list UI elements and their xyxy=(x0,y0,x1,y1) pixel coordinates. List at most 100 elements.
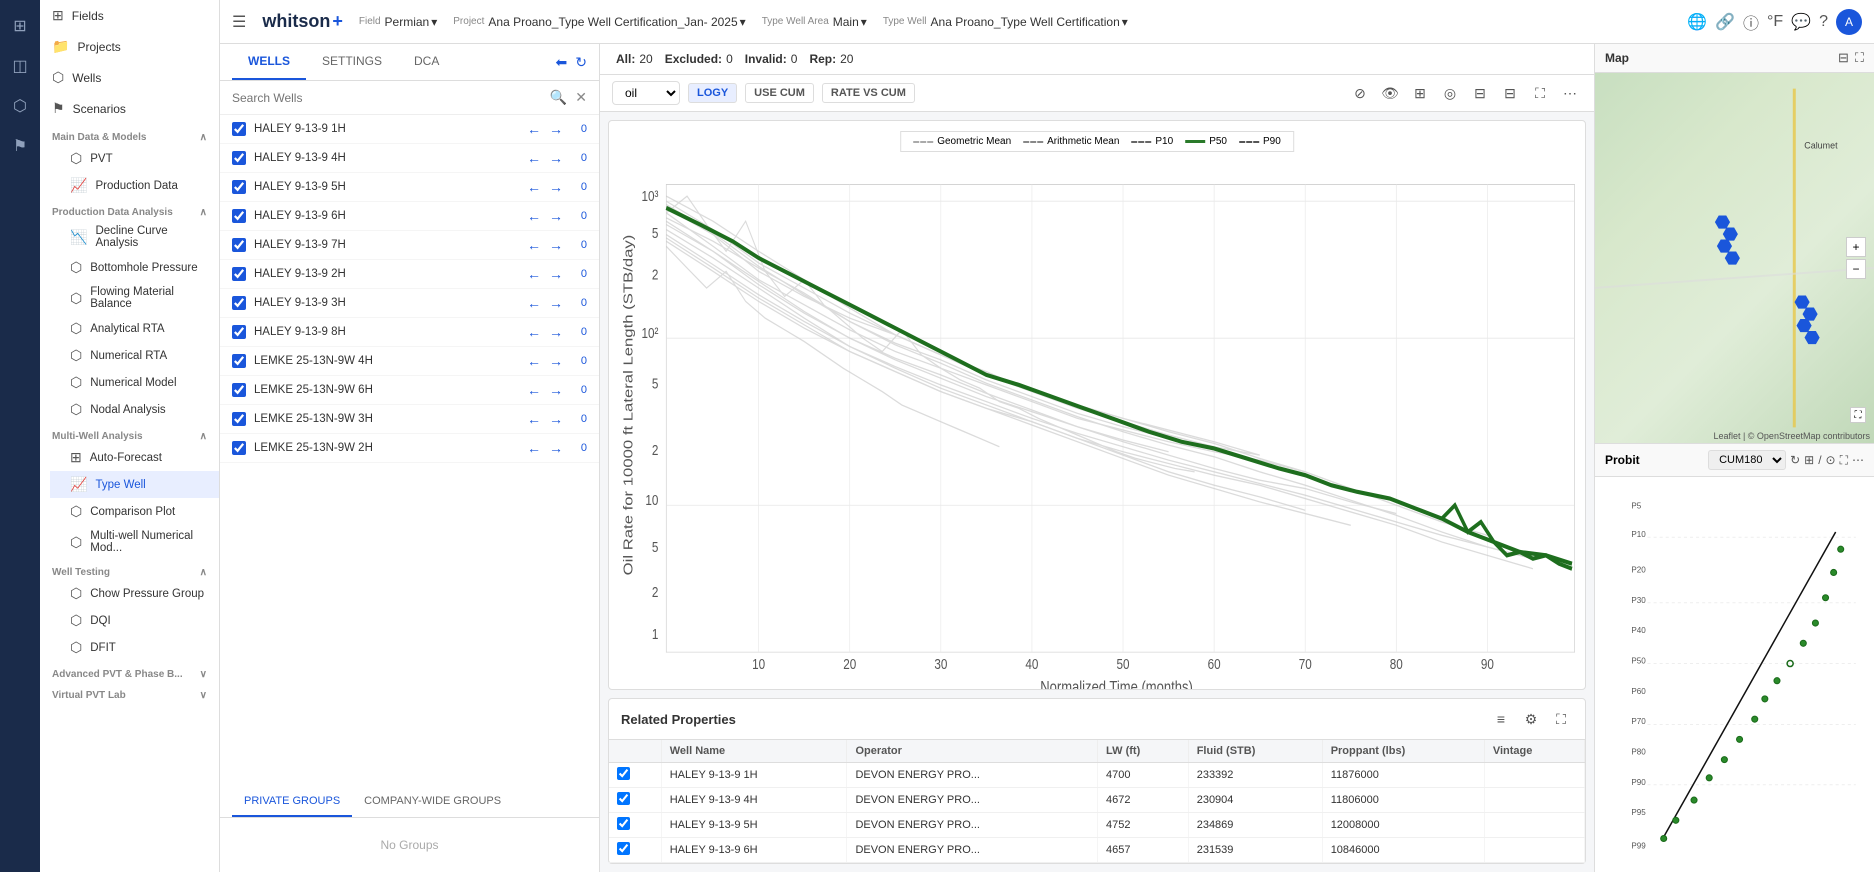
sidebar-item-nodal-analysis[interactable]: ⬡ Nodal Analysis xyxy=(50,396,219,423)
well-arrow-right[interactable]: → xyxy=(549,440,563,456)
sidebar-item-production-data[interactable]: 📈 Production Data xyxy=(50,172,219,199)
search-input[interactable] xyxy=(232,91,542,105)
probit-expand-icon[interactable]: ⛶ xyxy=(1840,453,1848,468)
sidebar-item-numerical-model[interactable]: ⬡ Numerical Model xyxy=(50,369,219,396)
well-row[interactable]: HALEY 9-13-9 2H ← → 0 xyxy=(220,260,599,289)
row-checkbox[interactable] xyxy=(617,842,630,855)
temperature-icon[interactable]: °F xyxy=(1767,13,1783,31)
collapse-multi-well[interactable]: ∧ xyxy=(200,431,207,442)
sidebar-item-scenarios[interactable]: ⚑ Scenarios xyxy=(40,93,219,124)
sidebar-item-projects[interactable]: 📁 Projects xyxy=(40,31,219,62)
chat-icon[interactable]: 💬 xyxy=(1791,12,1811,32)
well-arrow-left[interactable]: ← xyxy=(527,237,541,253)
sidebar-item-chow-pressure[interactable]: ⬡ Chow Pressure Group xyxy=(50,580,219,607)
sidebar-item-bottomhole[interactable]: ⬡ Bottomhole Pressure xyxy=(50,254,219,281)
user-avatar[interactable]: A xyxy=(1836,9,1862,35)
sidebar-item-type-well[interactable]: 📈 Type Well xyxy=(50,471,219,498)
well-arrow-right[interactable]: → xyxy=(549,295,563,311)
zoom-out-btn[interactable]: − xyxy=(1846,259,1866,279)
sidebar-icon-wells[interactable]: ⬡ xyxy=(2,88,38,124)
well-checkbox[interactable] xyxy=(232,209,246,223)
well-checkbox[interactable] xyxy=(232,296,246,310)
tab-settings[interactable]: SETTINGS xyxy=(306,44,398,80)
well-row[interactable]: LEMKE 25-13N-9W 4H ← → 0 xyxy=(220,347,599,376)
info-icon[interactable]: ⓘ xyxy=(1743,10,1759,34)
row-checkbox[interactable] xyxy=(617,817,630,830)
expand-props-icon[interactable]: ⛶ xyxy=(1549,707,1573,731)
well-row[interactable]: LEMKE 25-13N-9W 6H ← → 0 xyxy=(220,376,599,405)
sidebar-item-auto-forecast[interactable]: ⊞ Auto-Forecast xyxy=(50,444,219,471)
well-checkbox[interactable] xyxy=(232,151,246,165)
well-checkbox[interactable] xyxy=(232,441,246,455)
project-value[interactable]: Ana Proano_Type Well Certification_Jan- … xyxy=(488,15,745,29)
well-arrow-right[interactable]: → xyxy=(549,179,563,195)
well-checkbox[interactable] xyxy=(232,354,246,368)
well-row[interactable]: HALEY 9-13-9 7H ← → 0 xyxy=(220,231,599,260)
lasso-tool[interactable]: ⊘ xyxy=(1348,81,1372,105)
th-lw[interactable]: LW (ft) xyxy=(1098,740,1189,763)
well-arrow-right[interactable]: → xyxy=(549,121,563,137)
collapse-well-testing[interactable]: ∧ xyxy=(200,567,207,578)
table-row[interactable]: HALEY 9-13-9 1H DEVON ENERGY PRO... 4700… xyxy=(609,763,1585,788)
well-checkbox[interactable] xyxy=(232,412,246,426)
more-tool[interactable]: ⋯ xyxy=(1558,81,1582,105)
well-arrow-right[interactable]: → xyxy=(549,353,563,369)
tab-company-wide-groups[interactable]: COMPANY-WIDE GROUPS xyxy=(352,787,513,817)
sidebar-item-dqi[interactable]: ⬡ DQI xyxy=(50,607,219,634)
probit-more-icon[interactable]: ⋯ xyxy=(1852,453,1864,468)
well-checkbox[interactable] xyxy=(232,122,246,136)
eye-tool[interactable]: 👁 xyxy=(1378,81,1402,105)
grid-tool[interactable]: ⊟ xyxy=(1468,81,1492,105)
well-row[interactable]: HALEY 9-13-9 8H ← → 0 xyxy=(220,318,599,347)
sort-icon[interactable]: ≡ xyxy=(1489,707,1513,731)
map-fullscreen-btn[interactable]: ⛶ xyxy=(1850,407,1866,423)
th-well-name[interactable]: Well Name xyxy=(661,740,847,763)
sidebar-item-wells[interactable]: ⬡ Wells xyxy=(40,62,219,93)
sidebar-item-numerical-rta[interactable]: ⬡ Numerical RTA xyxy=(50,342,219,369)
probit-grid-icon[interactable]: ⊞ xyxy=(1804,453,1814,468)
well-checkbox[interactable] xyxy=(232,267,246,281)
well-arrow-left[interactable]: ← xyxy=(527,208,541,224)
sidebar-item-multi-well-numerical[interactable]: ⬡ Multi-well Numerical Mod... xyxy=(50,525,219,559)
probit-sync-icon[interactable]: ↻ xyxy=(1790,453,1800,468)
well-arrow-left[interactable]: ← xyxy=(527,324,541,340)
menu-icon[interactable]: ☰ xyxy=(232,12,246,32)
th-fluid[interactable]: Fluid (STB) xyxy=(1188,740,1322,763)
th-proppant[interactable]: Proppant (lbs) xyxy=(1322,740,1484,763)
well-arrow-right[interactable]: → xyxy=(549,150,563,166)
well-arrow-left[interactable]: ← xyxy=(527,295,541,311)
well-row[interactable]: HALEY 9-13-9 4H ← → 0 xyxy=(220,144,599,173)
map-minimize-icon[interactable]: ⊟ xyxy=(1838,50,1849,66)
fluid-select[interactable]: oilgaswater xyxy=(612,81,680,105)
table-tool[interactable]: ⊞ xyxy=(1408,81,1432,105)
row-checkbox[interactable] xyxy=(617,792,630,805)
well-checkbox[interactable] xyxy=(232,180,246,194)
columns-tool[interactable]: ⊟ xyxy=(1498,81,1522,105)
refresh-icon[interactable]: ↻ xyxy=(575,54,587,71)
well-arrow-right[interactable]: → xyxy=(549,324,563,340)
map-expand-icon[interactable]: ⛶ xyxy=(1855,50,1864,66)
well-arrow-left[interactable]: ← xyxy=(527,179,541,195)
well-checkbox[interactable] xyxy=(232,325,246,339)
collapse-main-data[interactable]: ∧ xyxy=(200,132,207,143)
globe-icon[interactable]: 🌐 xyxy=(1687,12,1707,32)
sidebar-item-flowing-material[interactable]: ⬡ Flowing Material Balance xyxy=(50,281,219,315)
well-arrow-right[interactable]: → xyxy=(549,266,563,282)
sidebar-icon-projects[interactable]: ◫ xyxy=(2,48,38,84)
sidebar-item-dfit[interactable]: ⬡ DFIT xyxy=(50,634,219,661)
sidebar-icon-fields[interactable]: ⊞ xyxy=(2,8,38,44)
type-well-area-value[interactable]: Main ▾ xyxy=(833,15,867,29)
well-arrow-left[interactable]: ← xyxy=(527,266,541,282)
collapse-virtual-pvt[interactable]: ∨ xyxy=(200,690,207,701)
well-arrow-left[interactable]: ← xyxy=(527,440,541,456)
well-row[interactable]: LEMKE 25-13N-9W 3H ← → 0 xyxy=(220,405,599,434)
btn-logy[interactable]: LOGY xyxy=(688,83,737,103)
table-row[interactable]: HALEY 9-13-9 5H DEVON ENERGY PRO... 4752… xyxy=(609,813,1585,838)
probit-edit-icon[interactable]: / xyxy=(1818,453,1821,468)
btn-rate-vs-cum[interactable]: RATE VS CUM xyxy=(822,83,915,103)
tab-wells[interactable]: WELLS xyxy=(232,44,306,80)
sidebar-item-decline-curve[interactable]: 📉 Decline Curve Analysis xyxy=(50,220,219,254)
tab-dca[interactable]: DCA xyxy=(398,44,455,80)
sidebar-item-pvt[interactable]: ⬡ PVT xyxy=(50,145,219,172)
map-content[interactable]: Calumet ⬣ ⬣ ⬣ ⬣ ⬣ ⬣ ⬣ ⬣ xyxy=(1595,73,1874,443)
